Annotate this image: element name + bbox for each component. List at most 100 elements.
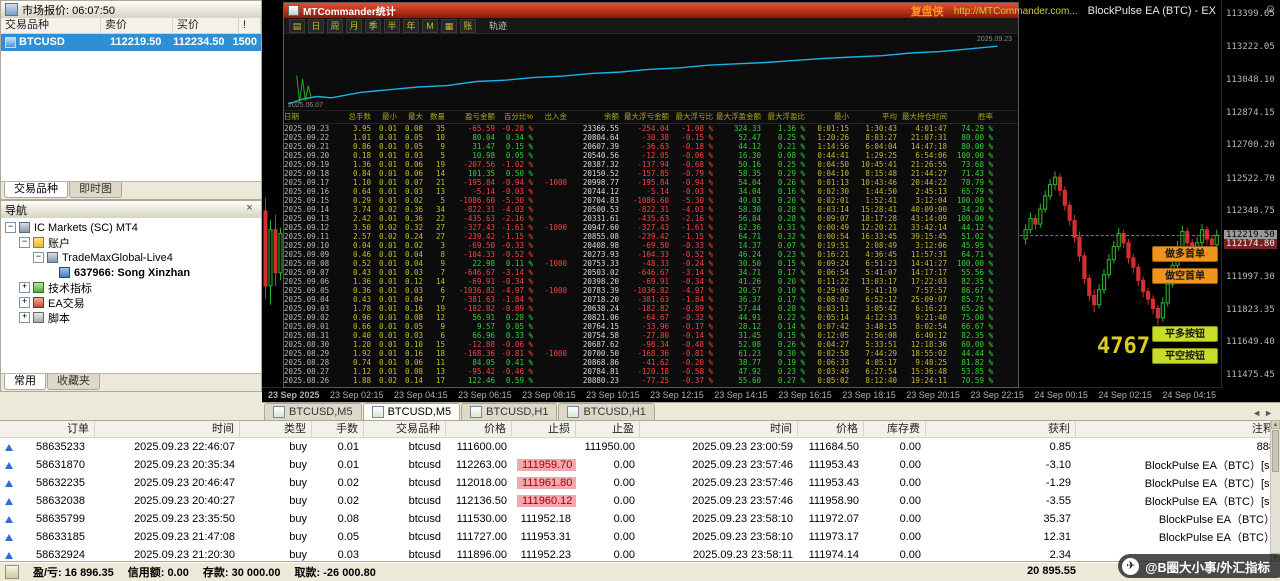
stats-toolbar-icon[interactable]: 日	[308, 19, 324, 33]
stats-row[interactable]: 2025.09.031.780.010.1619-182.82-0.89 %20…	[284, 304, 1018, 313]
chart-tab-0[interactable]: BTCUSD,M5	[264, 403, 362, 420]
collapse-icon[interactable]: −	[5, 222, 16, 233]
expand-icon[interactable]: +	[19, 282, 30, 293]
market-watch-tab-0[interactable]: 交易品种	[4, 182, 68, 198]
stats-row[interactable]: 2025.08.271.120.010.0813-95.42-0.46 %207…	[284, 367, 1018, 376]
mw-col-header[interactable]: !	[239, 18, 261, 33]
stats-row[interactable]: 2025.09.080.520.010.04922.980.11 %-10002…	[284, 259, 1018, 268]
mw-col-header[interactable]: 买价	[173, 18, 239, 33]
stats-row[interactable]: 2025.08.310.400.010.03666.960.33 %20754.…	[284, 331, 1018, 340]
stats-row[interactable]: 2025.09.143.740.020.3634-822.31-4.03 %20…	[284, 205, 1018, 214]
orders-col-header[interactable]: 注释	[1076, 421, 1280, 437]
expand-icon[interactable]: +	[19, 312, 30, 323]
stats-row[interactable]: 2025.09.112.570.020.2427-239.42-1.15 %20…	[284, 232, 1018, 241]
order-row[interactable]: 586352332025.09.23 22:46:07buy0.01btcusd…	[0, 438, 1280, 456]
stats-toolbar-icon[interactable]: M	[422, 19, 438, 33]
orders-col-header[interactable]: 时间	[95, 421, 240, 437]
orders-column-headers[interactable]: 订单时间类型手数交易品种价格止损止盈时间价格库存费获利注释	[0, 421, 1280, 438]
nav-item[interactable]: −账户	[1, 235, 261, 250]
order-row[interactable]: 586318702025.09.23 20:35:34buy0.01btcusd…	[0, 456, 1280, 474]
stats-row[interactable]: 2025.09.070.430.010.037-646.67-3.14 %205…	[284, 268, 1018, 277]
chart-tab-1[interactable]: BTCUSD,M5	[363, 403, 461, 420]
stats-toolbar-icon[interactable]: 季	[365, 19, 381, 33]
trade-button-1[interactable]: 做空首单	[1152, 268, 1218, 284]
scrollbar-thumb[interactable]	[1272, 430, 1279, 472]
stats-track-label[interactable]: 轨迹	[489, 19, 507, 32]
stats-row[interactable]: 2025.09.100.040.010.023-69.50-0.33 %2040…	[284, 241, 1018, 250]
symbol-cell[interactable]: BTCUSD	[1, 34, 97, 51]
stats-row[interactable]: 2025.09.090.460.010.048-104.33-0.52 %202…	[284, 250, 1018, 259]
stats-toolbar-icon[interactable]: 年	[403, 19, 419, 33]
stats-row[interactable]: 2025.09.200.180.010.03510.980.05 %20540.…	[284, 151, 1018, 160]
stats-toolbar-icon[interactable]: 半	[384, 19, 400, 33]
stats-row[interactable]: 2025.09.191.360.010.0619-207.56-1.02 %20…	[284, 160, 1018, 169]
stats-row[interactable]: 2025.08.280.740.010.061184.050.41 %20868…	[284, 358, 1018, 367]
trade-button-3[interactable]: 平空按钮	[1152, 348, 1218, 364]
orders-col-header[interactable]: 类型	[240, 421, 312, 437]
stats-toolbar-icon[interactable]: 周	[327, 19, 343, 33]
orders-col-header[interactable]: 时间	[640, 421, 798, 437]
stats-row[interactable]: 2025.09.050.360.010.036-1036.82-4.97 %-1…	[284, 286, 1018, 295]
market-watch-tab-1[interactable]: 即时图	[69, 182, 122, 198]
stats-row[interactable]: 2025.08.291.920.010.1618-168.36-0.81 %-1…	[284, 349, 1018, 358]
stats-toolbar-icon[interactable]: ▤	[289, 19, 305, 33]
expand-icon[interactable]: +	[19, 297, 30, 308]
time-axis[interactable]: 23 Sep 202523 Sep 02:1523 Sep 04:1523 Se…	[262, 387, 1222, 402]
stats-window-titlebar[interactable]: MTCommander统计	[284, 3, 1018, 18]
mw-col-header[interactable]: 卖价	[101, 18, 173, 33]
orders-col-header[interactable]: 价格	[446, 421, 512, 437]
market-watch-row-btcusd[interactable]: BTCUSD 112219.50 112234.50 1500	[1, 34, 261, 51]
navigator-tab-0[interactable]: 常用	[4, 374, 46, 390]
orders-col-header[interactable]: 交易品种	[364, 421, 446, 437]
nav-item[interactable]: +EA交易	[1, 295, 261, 310]
stats-row[interactable]: 2025.09.123.500.020.3227-327.43-1.61 %-1…	[284, 223, 1018, 232]
stats-toolbar-icon[interactable]: 月	[346, 19, 362, 33]
stats-row[interactable]: 2025.09.040.430.010.047-381.63-1.84 %207…	[284, 295, 1018, 304]
stats-row[interactable]: 2025.09.160.640.010.0313-5.14-0.03 %2074…	[284, 187, 1018, 196]
order-row[interactable]: 586329242025.09.23 21:20:30buy0.03btcusd…	[0, 546, 1280, 562]
order-row[interactable]: 586322352025.09.23 20:46:47buy0.02btcusd…	[0, 474, 1280, 492]
stats-toolbar-icon[interactable]: ▦	[441, 19, 457, 33]
orders-col-header[interactable]: 订单	[0, 421, 95, 437]
orders-scrollbar[interactable]: ▲ ▼	[1270, 420, 1280, 562]
mtcommander-stats-window[interactable]: MTCommander统计 ▤日周月季半年M▦账 轨迹 2025.06.07 2…	[283, 2, 1019, 388]
scroll-up-icon[interactable]: ▲	[1271, 420, 1280, 429]
nav-item[interactable]: −IC Markets (SC) MT4	[1, 220, 261, 235]
order-row[interactable]: 586320382025.09.23 20:40:27buy0.02btcusd…	[0, 492, 1280, 510]
stats-toolbar-icon[interactable]: 账	[460, 19, 476, 33]
chart-tab-3[interactable]: BTCUSD,H1	[558, 403, 654, 420]
trade-button-2[interactable]: 平多按钮	[1152, 326, 1218, 342]
orders-col-header[interactable]: 库存费	[864, 421, 926, 437]
stats-row[interactable]: 2025.09.010.660.010.0599.570.05 %20764.1…	[284, 322, 1018, 331]
chart-tab-2[interactable]: BTCUSD,H1	[461, 403, 557, 420]
nav-item[interactable]: 637966: Song Xinzhan	[1, 265, 261, 280]
stats-row[interactable]: 2025.09.132.420.010.3622-435.63-2.16 %20…	[284, 214, 1018, 223]
collapse-icon[interactable]: −	[33, 252, 44, 263]
nav-item[interactable]: −TradeMaxGlobal-Live4	[1, 250, 261, 265]
stats-row[interactable]: 2025.09.171.100.010.0721-195.84-0.94 %-1…	[284, 178, 1018, 187]
market-watch-column-headers[interactable]: 交易品种卖价买价!	[1, 18, 261, 34]
orders-col-header[interactable]: 获利	[926, 421, 1076, 437]
price-axis[interactable]: 113399.65113222.05113048.10112874.151127…	[1221, 0, 1280, 388]
orders-col-header[interactable]: 止盈	[576, 421, 640, 437]
ea-smiley-icon[interactable]: ☺	[1265, 3, 1276, 15]
order-row[interactable]: 586357992025.09.23 23:35:50buy0.08btcusd…	[0, 510, 1280, 528]
chart-area[interactable]: 113399.65113222.05113048.10112874.151127…	[262, 0, 1280, 402]
stats-row[interactable]: 2025.09.150.290.010.025-1086.60-5.30 %20…	[284, 196, 1018, 205]
stats-row[interactable]: 2025.09.061.360.010.1214-69.91-0.34 %203…	[284, 277, 1018, 286]
stats-row[interactable]: 2025.09.221.010.010.051080.040.34 %20804…	[284, 133, 1018, 142]
orders-col-header[interactable]: 价格	[798, 421, 864, 437]
orders-col-header[interactable]: 止损	[512, 421, 576, 437]
collapse-icon[interactable]: −	[19, 237, 30, 248]
stats-row[interactable]: 2025.08.261.880.020.1417122.460.59 %2088…	[284, 376, 1018, 385]
nav-item[interactable]: +技术指标	[1, 280, 261, 295]
order-row[interactable]: 586331852025.09.23 21:47:08buy0.05btcusd…	[0, 528, 1280, 546]
orders-col-header[interactable]: 手数	[312, 421, 364, 437]
stats-row[interactable]: 2025.09.210.860.010.05931.470.15 %20607.…	[284, 142, 1018, 151]
navigator-tab-1[interactable]: 收藏夹	[47, 374, 100, 390]
nav-item[interactable]: +脚本	[1, 310, 261, 325]
tab-scroll-arrows[interactable]: ◄►	[1252, 408, 1276, 418]
close-icon[interactable]: ×	[242, 202, 257, 217]
stats-row[interactable]: 2025.09.180.840.010.0614101.350.50 %2015…	[284, 169, 1018, 178]
stats-row[interactable]: 2025.09.020.960.010.081256.910.28 %20821…	[284, 313, 1018, 322]
